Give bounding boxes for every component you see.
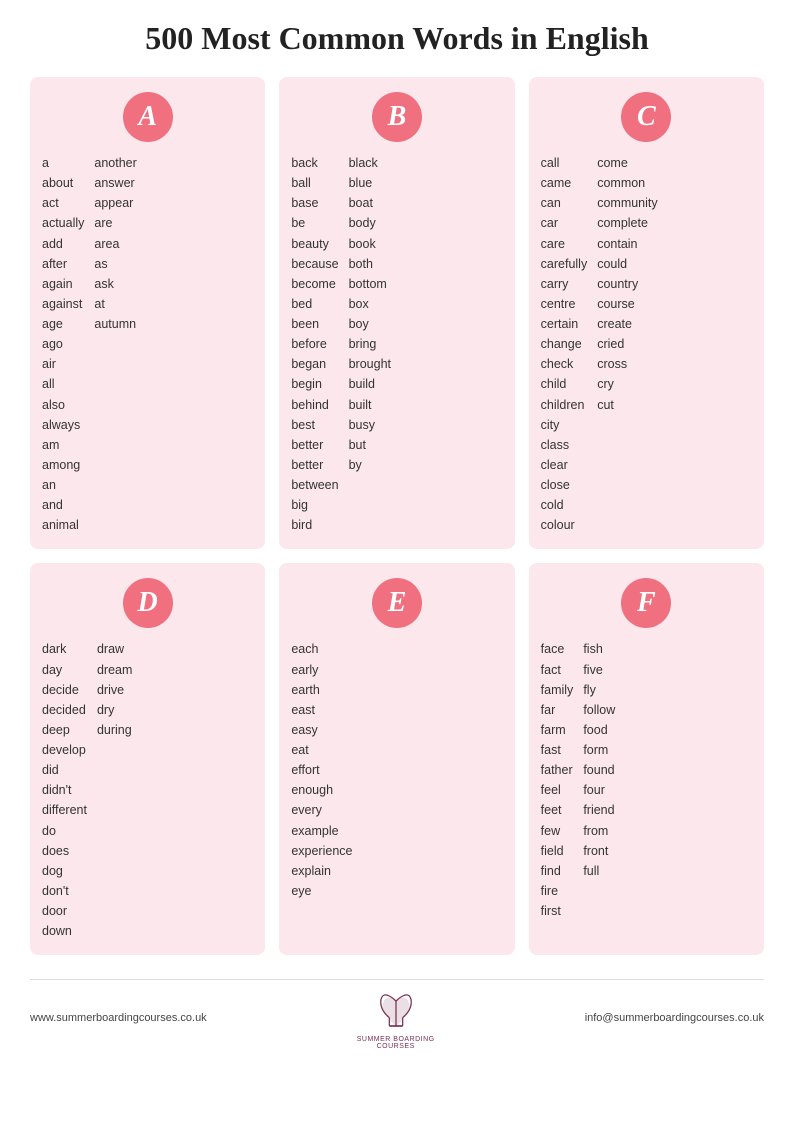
section-c-col1: call came can car care carefully carry c… <box>541 154 588 534</box>
letter-c-badge: C <box>621 92 671 142</box>
letter-e-badge: E <box>372 578 422 628</box>
section-d-col1: dark day decide decided deep develop did… <box>42 640 87 940</box>
section-f-words: face fact family far farm fast father fe… <box>541 640 752 920</box>
section-b-words: back ball base be beauty because become … <box>291 154 502 534</box>
section-c-words: call came can car care carefully carry c… <box>541 154 752 534</box>
top-grid: A a about act actually add after again a… <box>30 77 764 549</box>
logo-text-line1: SUMMER BOARDING <box>357 1036 435 1043</box>
letter-b-badge: B <box>372 92 422 142</box>
footer: www.summerboardingcourses.co.uk <box>30 979 764 1050</box>
section-a-col2: another answer appear are area as ask at… <box>94 154 136 534</box>
logo-icon <box>371 986 421 1036</box>
section-a: A a about act actually add after again a… <box>30 77 265 549</box>
footer-left: www.summerboardingcourses.co.uk <box>30 1012 207 1024</box>
section-c-col2: come common community complete contain c… <box>597 154 657 534</box>
page-title: 500 Most Common Words in English <box>145 20 649 57</box>
section-e: E each early earth east easy eat effort … <box>279 563 514 955</box>
section-f-col2: fish five fly follow food form found fou… <box>583 640 615 920</box>
section-c: C call came can car care carefully carry… <box>529 77 764 549</box>
page: 500 Most Common Words in English A a abo… <box>0 0 794 1123</box>
letter-a-badge: A <box>123 92 173 142</box>
section-b: B back ball base be beauty because becom… <box>279 77 514 549</box>
footer-right: info@summerboardingcourses.co.uk <box>585 1012 764 1024</box>
section-e-col1: each early earth east easy eat effort en… <box>291 640 352 900</box>
section-b-col1: back ball base be beauty because become … <box>291 154 338 534</box>
section-d-words: dark day decide decided deep develop did… <box>42 640 253 940</box>
section-f-col1: face fact family far farm fast father fe… <box>541 640 574 920</box>
section-d-col2: draw dream drive dry during <box>97 640 132 940</box>
section-b-col2: black blue boat body book both bottom bo… <box>349 154 391 534</box>
section-a-col1: a about act actually add after again aga… <box>42 154 84 534</box>
section-e-words: each early earth east easy eat effort en… <box>291 640 502 900</box>
section-d: D dark day decide decided deep develop d… <box>30 563 265 955</box>
section-a-words: a about act actually add after again aga… <box>42 154 253 534</box>
letter-d-badge: D <box>123 578 173 628</box>
bottom-grid: D dark day decide decided deep develop d… <box>30 563 764 955</box>
letter-f-badge: F <box>621 578 671 628</box>
section-f: F face fact family far farm fast father … <box>529 563 764 955</box>
logo-text-line2: COURSES <box>377 1043 415 1050</box>
logo: SUMMER BOARDING COURSES <box>357 986 435 1050</box>
